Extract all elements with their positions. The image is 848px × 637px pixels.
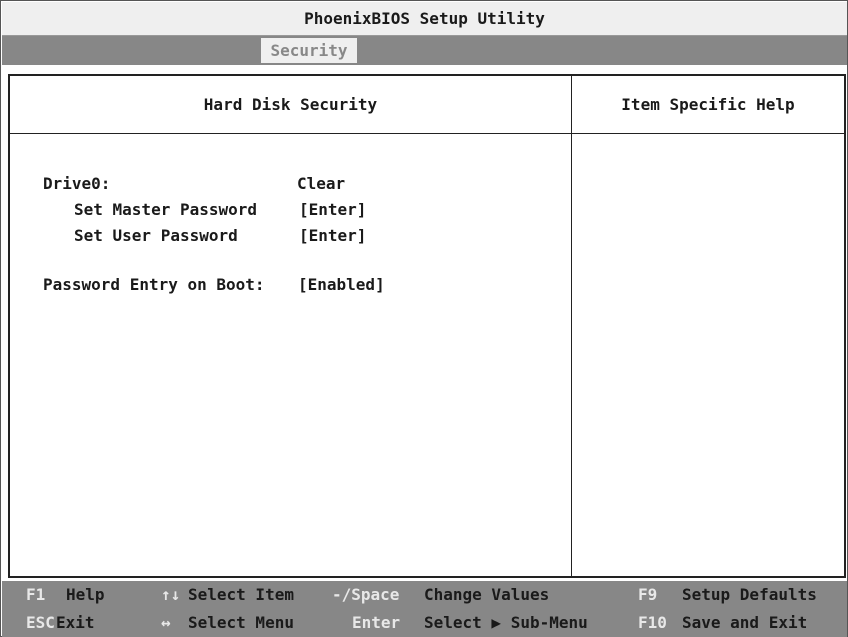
esc-key: ESC xyxy=(26,613,55,632)
select-submenu-hint: Select ▶ Sub-Menu xyxy=(424,613,588,632)
f10-key: F10 xyxy=(638,613,667,632)
drive0-status: Clear xyxy=(297,174,346,193)
password-entry-on-boot-label[interactable]: Password Entry on Boot: xyxy=(43,273,265,297)
enter-key: Enter xyxy=(352,613,401,632)
password-entry-on-boot-value[interactable]: [Enabled] xyxy=(298,273,385,297)
help-hint: Help xyxy=(66,585,105,604)
set-master-password-label[interactable]: Set Master Password xyxy=(74,198,257,222)
save-and-exit-hint: Save and Exit xyxy=(682,613,808,632)
help-panel xyxy=(572,134,844,576)
f1-key: F1 xyxy=(26,585,46,604)
menu-bar: Security xyxy=(2,36,847,65)
tab-security[interactable]: Security xyxy=(261,38,357,63)
set-user-password-value[interactable]: [Enter] xyxy=(299,224,366,248)
app-title: PhoenixBIOS Setup Utility xyxy=(2,2,847,36)
set-master-password-value[interactable]: [Enter] xyxy=(299,198,366,222)
status-bar: F1 Help ↑↓ Select Item -/Space Change Va… xyxy=(2,581,847,637)
help-heading: Item Specific Help xyxy=(621,95,795,114)
change-values-hint: Change Values xyxy=(424,585,550,604)
exit-hint: Exit xyxy=(56,613,95,632)
f9-key: F9 xyxy=(638,585,658,604)
left-right-arrows-icon: ↔ xyxy=(161,613,171,632)
change-values-key: -/Space xyxy=(332,585,400,604)
select-menu-hint: Select Menu xyxy=(188,613,294,632)
section-heading: Hard Disk Security xyxy=(203,95,378,114)
set-user-password-label[interactable]: Set User Password xyxy=(74,224,238,248)
main-panel: Hard Disk Security Item Specific Help Dr… xyxy=(8,74,846,578)
bios-window: PhoenixBIOS Setup Utility Security Hard … xyxy=(0,0,848,637)
drive0-label: Drive0: xyxy=(43,174,111,193)
up-down-arrows-icon: ↑↓ xyxy=(161,585,181,604)
setup-defaults-hint: Setup Defaults xyxy=(682,585,817,604)
select-item-hint: Select Item xyxy=(188,585,294,604)
